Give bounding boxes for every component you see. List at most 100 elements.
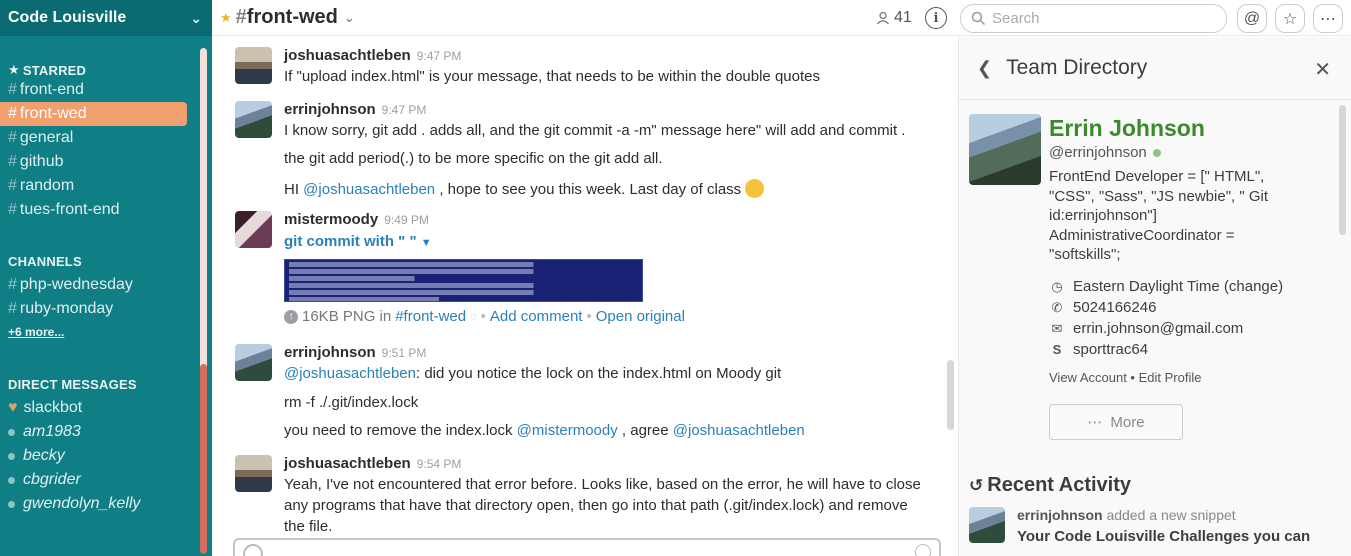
envelope-icon: ✉ (1051, 320, 1063, 336)
dm-cbgrider[interactable]: cbgrider (0, 468, 212, 492)
message-author[interactable]: errinjohnson 9:51 PM (284, 344, 426, 361)
avatar[interactable] (235, 47, 272, 84)
timestamp[interactable]: 9:47 PM (382, 103, 427, 117)
channel-title[interactable]: ★ # front-wed ⌄ (220, 6, 355, 29)
timestamp[interactable]: 9:51 PM (382, 346, 427, 360)
activity-meta: errinjohnson added a new snippet (1017, 507, 1236, 523)
avatar[interactable] (235, 455, 272, 492)
user-mention[interactable]: @joshuasachtleben (303, 181, 435, 198)
online-status-dot (1152, 148, 1161, 157)
activity-snippet-title[interactable]: Your Code Louisville Challenges you can (1017, 528, 1310, 545)
dm-becky[interactable]: becky (0, 444, 212, 468)
account-links[interactable]: View Account • Edit Profile (1049, 370, 1201, 385)
sidebar-scrollbar[interactable] (200, 48, 207, 554)
sidebar-item-github[interactable]: # github (0, 150, 212, 174)
caret-down-icon: ▼ (420, 237, 432, 249)
phone-icon: ✆ (1051, 299, 1063, 315)
timestamp[interactable]: 9:54 PM (417, 457, 462, 471)
presence-dot (8, 500, 15, 508)
add-comment-link[interactable]: Add comment (490, 308, 583, 325)
at-icon: @ (1243, 9, 1261, 27)
message-author[interactable]: mistermoody 9:49 PM (284, 211, 429, 228)
message-author[interactable]: joshuasachtleben 9:54 PM (284, 455, 461, 472)
mentions-button[interactable]: @ (1237, 4, 1267, 33)
avatar[interactable] (235, 211, 272, 248)
message-text: rm -f ./.git/index.lock (284, 394, 419, 411)
star-icon: ★ (8, 62, 20, 77)
search-input[interactable]: Search (960, 4, 1227, 33)
clock-icon: ◷ (1051, 278, 1063, 294)
star-outline-icon: ☆ (1282, 10, 1298, 28)
info-icon[interactable]: i (925, 7, 947, 29)
starred-items-button[interactable]: ☆ (1275, 4, 1305, 33)
avatar[interactable] (235, 101, 272, 138)
file-title-link[interactable]: git commit with " " ▼ (284, 233, 432, 250)
message-text: the file. (284, 518, 333, 535)
timestamp[interactable]: 9:47 PM (417, 49, 462, 63)
profile-photo[interactable] (969, 114, 1041, 185)
back-chevron-icon[interactable]: ❮ (977, 58, 992, 79)
skype-icon: S (1052, 342, 1062, 357)
message-input[interactable] (233, 538, 941, 556)
hash-icon: # (235, 6, 247, 28)
star-icon[interactable]: ★ (220, 10, 232, 26)
recent-activity-title: ↺ Recent Activity (969, 474, 1131, 496)
open-original-link[interactable]: Open original (596, 308, 685, 325)
channel-link[interactable]: #front-wed (395, 308, 466, 325)
profile-name: Errin Johnson (1049, 115, 1205, 141)
channels-header[interactable]: CHANNELS (0, 254, 212, 269)
user-mention[interactable]: @joshuasachtleben (284, 365, 416, 382)
plus-icon[interactable] (243, 544, 263, 556)
timezone-row: ◷ Eastern Daylight Time (change) (1049, 276, 1283, 297)
message-author[interactable]: joshuasachtleben 9:47 PM (284, 47, 461, 64)
panel-header: ❮ Team Directory ✕ (959, 37, 1351, 100)
presence-dot (8, 428, 15, 436)
sidebar-item-front-wed[interactable]: # front-wed (0, 102, 187, 126)
messages-scrollbar[interactable] (947, 360, 954, 430)
sidebar-item-php-wednesday[interactable]: # php-wednesday (0, 273, 212, 297)
message-text: I know sorry, git add . adds all, and th… (284, 122, 906, 139)
team-menu[interactable]: Code Louisville ⌄ (0, 0, 212, 36)
hash-icon: # (8, 300, 17, 317)
avatar[interactable] (235, 344, 272, 381)
more-options-button[interactable]: ⋯ (1313, 4, 1343, 33)
unread-indicator (200, 364, 207, 554)
timestamp[interactable]: 9:49 PM (384, 213, 429, 227)
dm-am1983[interactable]: am1983 (0, 420, 212, 444)
hash-icon: # (8, 177, 17, 194)
emoji-icon[interactable] (915, 544, 931, 556)
message-text: HI @joshuasachtleben , hope to see you t… (284, 179, 765, 198)
message-text: @joshuasachtleben: did you notice the lo… (284, 365, 782, 382)
file-meta: ↑ 16KB PNG in #front-wed ◌ • Add comment… (284, 308, 685, 325)
sidebar-item-ruby-monday[interactable]: # ruby-monday (0, 297, 212, 321)
sidebar-item-random[interactable]: # random (0, 174, 212, 198)
direct-messages-header[interactable]: DIRECT MESSAGES (0, 377, 212, 392)
sidebar-item-tues-front-end[interactable]: # tues-front-end (0, 198, 212, 222)
disappointed-emoji-icon (745, 179, 765, 198)
user-mention[interactable]: @joshuasachtleben (673, 422, 805, 439)
file-image-preview[interactable] (284, 259, 643, 302)
dm-slackbot[interactable]: ♥ slackbot (0, 396, 212, 420)
heart-icon: ♥ (8, 399, 18, 416)
dm-gwendolyn-kelly[interactable]: gwendolyn_kelly (0, 492, 212, 516)
message-text: you need to remove the index.lock @miste… (284, 422, 805, 439)
profile-handle: @errinjohnson (1049, 144, 1161, 161)
sidebar: Code Louisville ⌄ ★ STARRED # front-end # f… (0, 0, 212, 556)
more-button[interactable]: ⋯ More (1049, 404, 1183, 440)
hash-icon: # (8, 129, 17, 146)
message-author[interactable]: errinjohnson 9:47 PM (284, 101, 426, 118)
sidebar-item-general[interactable]: # general (0, 126, 212, 150)
member-count[interactable]: 41 (876, 9, 912, 27)
info-small-icon: ◌ (470, 310, 477, 323)
presence-dot (8, 452, 15, 460)
person-icon (877, 11, 889, 25)
avatar[interactable] (969, 507, 1005, 543)
panel-scrollbar[interactable] (1339, 105, 1346, 235)
sidebar-item-front-end[interactable]: # front-end (0, 78, 212, 102)
more-channels-link[interactable]: +6 more... (0, 325, 212, 339)
hash-icon: # (8, 201, 17, 218)
close-icon[interactable]: ✕ (1314, 57, 1331, 82)
upload-icon: ↑ (284, 309, 298, 324)
user-mention[interactable]: @mistermoody (517, 422, 618, 439)
hash-icon: # (8, 105, 17, 122)
